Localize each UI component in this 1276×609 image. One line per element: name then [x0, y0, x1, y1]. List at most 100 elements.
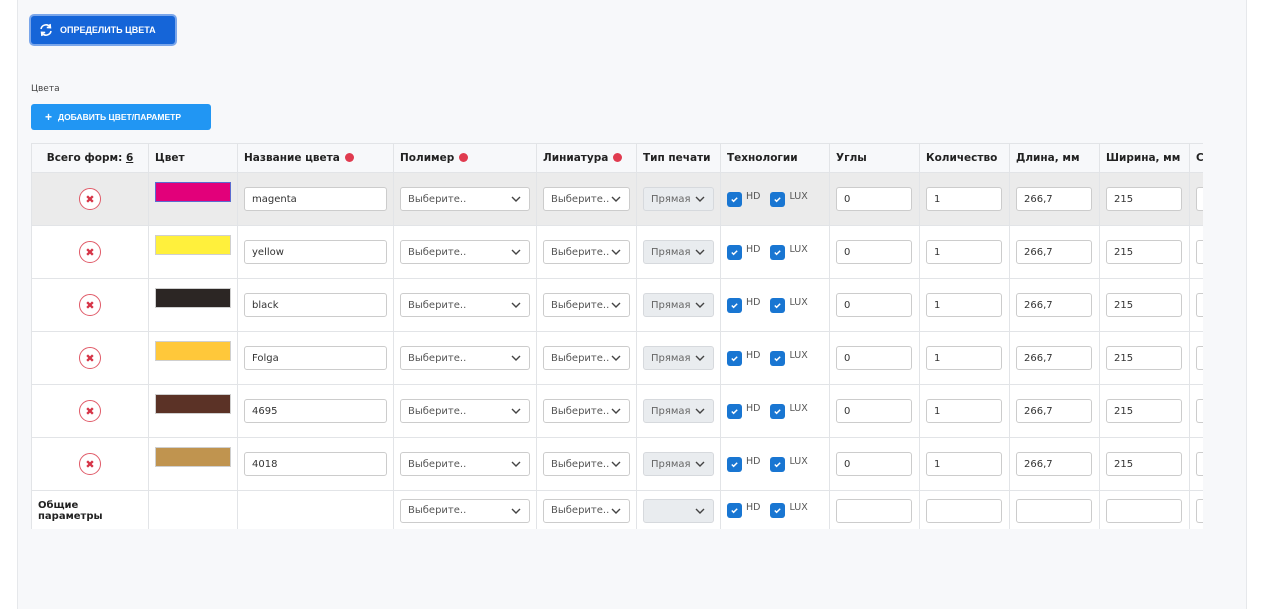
print-type-select[interactable]: Прямая — [643, 187, 714, 211]
polymer-select[interactable]: Выберите.. — [400, 452, 530, 476]
hd-checkbox[interactable] — [727, 297, 742, 313]
delete-row-button[interactable]: ✖ — [79, 400, 101, 422]
qty-input[interactable]: 1 — [926, 346, 1002, 370]
polymer-select[interactable]: Выберите.. — [400, 498, 530, 523]
next-input[interactable] — [1196, 452, 1203, 476]
width-input[interactable]: 215 — [1106, 452, 1182, 476]
delete-row-button[interactable]: ✖ — [79, 294, 101, 316]
qty-input[interactable]: 1 — [926, 293, 1002, 317]
lux-checkbox[interactable] — [770, 350, 786, 366]
delete-row-button[interactable]: ✖ — [79, 241, 101, 263]
print-type-select[interactable] — [643, 498, 714, 523]
lineature-select[interactable]: Выберите.. — [543, 240, 630, 264]
footer-row: Общие параметры Выберите.. Выберите.. HD… — [31, 490, 1203, 529]
check-icon — [774, 355, 782, 361]
table-row: ✖ Folga Выберите.. Выберите.. Прямая HD LUX 0 1 2… — [31, 331, 1203, 385]
next-input[interactable] — [1196, 187, 1203, 211]
angles-input[interactable]: 0 — [836, 293, 912, 317]
qty-input[interactable] — [926, 498, 1002, 523]
print-type-select[interactable]: Прямая — [643, 293, 714, 317]
lineature-select[interactable]: Выберите.. — [543, 187, 630, 211]
next-input[interactable] — [1196, 346, 1203, 370]
length-input[interactable] — [1016, 498, 1092, 523]
width-input[interactable]: 215 — [1106, 399, 1182, 423]
color-swatch[interactable] — [155, 182, 231, 202]
polymer-select[interactable]: Выберите.. — [400, 399, 530, 423]
close-icon: ✖ — [85, 192, 95, 206]
angles-input[interactable]: 0 — [836, 399, 912, 423]
qty-input[interactable]: 1 — [926, 240, 1002, 264]
angles-cell: 0 — [829, 437, 920, 491]
angles-input[interactable]: 0 — [836, 187, 912, 211]
qty-input[interactable]: 1 — [926, 399, 1002, 423]
delete-row-button[interactable]: ✖ — [79, 347, 101, 369]
length-input[interactable]: 266,7 — [1016, 240, 1092, 264]
color-swatch[interactable] — [155, 341, 231, 361]
length-input[interactable]: 266,7 — [1016, 399, 1092, 423]
lineature-select[interactable]: Выберите.. — [543, 346, 630, 370]
tech-cell: HD LUX — [720, 384, 830, 438]
hd-checkbox[interactable] — [727, 503, 742, 518]
tech-group: HD LUX — [727, 350, 823, 366]
angles-input[interactable]: 0 — [836, 452, 912, 476]
polymer-select[interactable]: Выберите.. — [400, 240, 530, 264]
angles-input[interactable]: 0 — [836, 346, 912, 370]
add-color-button[interactable]: + ДОБАВИТЬ ЦВЕТ/ПАРАМЕТР — [31, 104, 211, 130]
delete-row-button[interactable]: ✖ — [79, 188, 101, 210]
color-swatch[interactable] — [155, 394, 231, 414]
length-input[interactable]: 266,7 — [1016, 293, 1092, 317]
lux-checkbox[interactable] — [770, 297, 786, 313]
color-name-input[interactable]: 4018 — [244, 452, 387, 476]
qty-input[interactable]: 1 — [926, 452, 1002, 476]
required-dot — [613, 153, 623, 162]
hd-checkbox[interactable] — [727, 403, 742, 419]
width-input[interactable]: 215 — [1106, 293, 1182, 317]
color-swatch[interactable] — [155, 288, 231, 308]
color-name-input[interactable]: 4695 — [244, 399, 387, 423]
polymer-select[interactable]: Выберите.. — [400, 293, 530, 317]
print-type-select-value: Прямая — [651, 352, 691, 364]
lineature-select[interactable]: Выберите.. — [543, 452, 630, 476]
angles-input[interactable]: 0 — [836, 240, 912, 264]
color-name-input[interactable]: Folga — [244, 346, 387, 370]
angles-input[interactable] — [836, 498, 912, 523]
detect-colors-button[interactable]: ОПРЕДЕЛИТЬ ЦВЕТА — [31, 16, 175, 44]
total-count[interactable]: 6 — [126, 152, 133, 164]
hd-checkbox[interactable] — [727, 191, 742, 207]
color-swatch[interactable] — [155, 447, 231, 467]
polymer-select[interactable]: Выберите.. — [400, 187, 530, 211]
print-type-select[interactable]: Прямая — [643, 346, 714, 370]
next-input[interactable] — [1196, 293, 1203, 317]
lux-checkbox[interactable] — [770, 244, 786, 260]
width-input[interactable]: 215 — [1106, 346, 1182, 370]
delete-row-button[interactable]: ✖ — [79, 453, 101, 475]
length-input[interactable]: 266,7 — [1016, 187, 1092, 211]
next-input[interactable] — [1196, 498, 1203, 523]
print-type-select[interactable]: Прямая — [643, 452, 714, 476]
length-input[interactable]: 266,7 — [1016, 452, 1092, 476]
lineature-select[interactable]: Выберите.. — [543, 399, 630, 423]
qty-input[interactable]: 1 — [926, 187, 1002, 211]
lux-checkbox[interactable] — [770, 456, 786, 472]
hd-checkbox[interactable] — [727, 350, 742, 366]
width-input[interactable] — [1106, 498, 1182, 523]
lux-checkbox[interactable] — [770, 403, 786, 419]
color-swatch[interactable] — [155, 235, 231, 255]
width-input[interactable]: 215 — [1106, 187, 1182, 211]
color-name-input[interactable]: black — [244, 293, 387, 317]
lineature-select[interactable]: Выберите.. — [543, 498, 630, 523]
color-name-input[interactable]: magenta — [244, 187, 387, 211]
print-type-select[interactable]: Прямая — [643, 399, 714, 423]
print-type-select[interactable]: Прямая — [643, 240, 714, 264]
lux-checkbox[interactable] — [770, 191, 786, 207]
polymer-select[interactable]: Выберите.. — [400, 346, 530, 370]
next-input[interactable] — [1196, 399, 1203, 423]
length-input[interactable]: 266,7 — [1016, 346, 1092, 370]
width-input[interactable]: 215 — [1106, 240, 1182, 264]
hd-checkbox[interactable] — [727, 456, 742, 472]
next-input[interactable] — [1196, 240, 1203, 264]
lux-checkbox[interactable] — [770, 503, 786, 518]
hd-checkbox[interactable] — [727, 244, 742, 260]
color-name-input[interactable]: yellow — [244, 240, 387, 264]
lineature-select[interactable]: Выберите.. — [543, 293, 630, 317]
